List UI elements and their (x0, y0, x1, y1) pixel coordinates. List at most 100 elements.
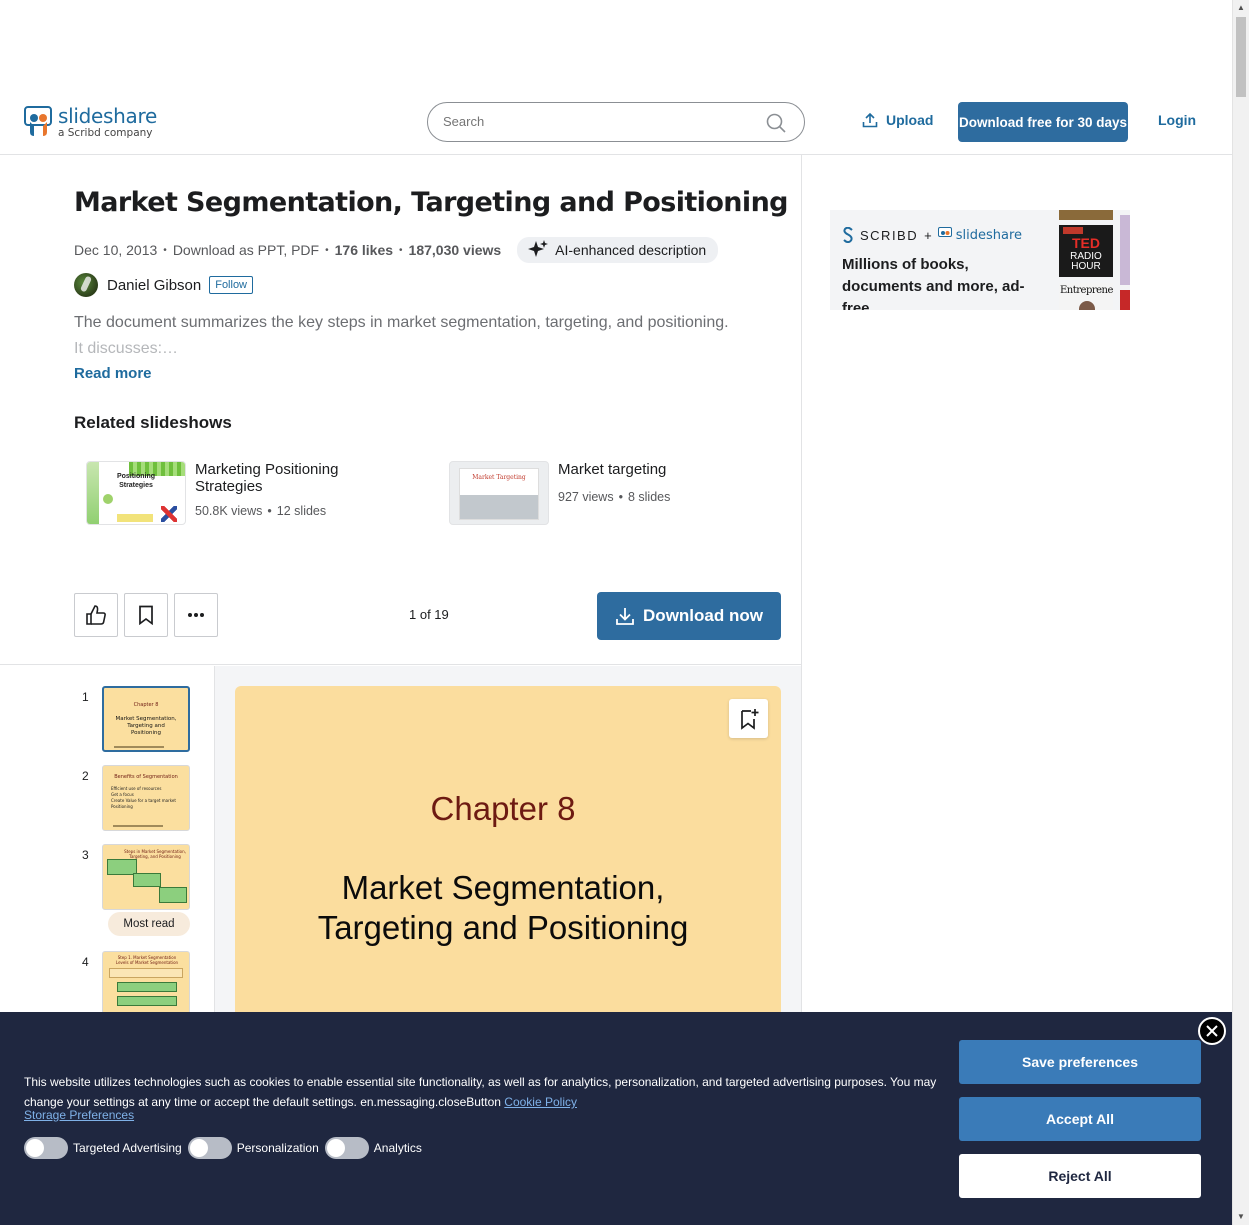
related-thumbnail: Market Targeting (449, 461, 549, 525)
cookie-toggles: Targeted Advertising Personalization Ana… (24, 1137, 428, 1159)
thumbnail-image[interactable]: Steps in Market Segmentation, Targeting,… (102, 844, 190, 910)
scroll-up-arrow-icon[interactable]: ▲ (1233, 0, 1249, 16)
logo-name: slideshare (58, 104, 157, 128)
document-description: The document summarizes the key steps in… (74, 310, 784, 362)
thumbnail-number: 1 (82, 690, 89, 704)
cookie-policy-link[interactable]: Cookie Policy (504, 1095, 577, 1109)
meta-separator: • (325, 244, 329, 256)
ad-book-cover (1059, 210, 1113, 220)
toggle-label: Targeted Advertising (73, 1141, 182, 1155)
ad-book-cover: TED RADIO HOUR (1059, 225, 1113, 277)
ad-brand-plus: + (924, 227, 932, 243)
related-card[interactable]: Positioning Strategies Marketing Positio… (86, 461, 365, 525)
search-input[interactable] (443, 114, 743, 129)
slideshare-logo[interactable]: slideshare a Scribd company (24, 106, 157, 139)
scribd-ad[interactable]: SCRIBD + slideshare Millions of books, d… (830, 210, 1130, 310)
thumbnail-number: 3 (82, 848, 89, 862)
like-button[interactable] (74, 593, 118, 637)
stats-separator: • (267, 504, 272, 518)
related-thumbnail: Positioning Strategies (86, 461, 186, 525)
ad-book-entrepreneur: Entrepreneur (1060, 285, 1113, 296)
accept-all-button[interactable]: Accept All (959, 1097, 1201, 1141)
slide-title-line: Targeting and Positioning (317, 909, 689, 946)
toggle-label: Analytics (373, 1141, 422, 1155)
targeted-advertising-toggle[interactable] (24, 1137, 68, 1159)
meta-separator: • (399, 244, 403, 256)
scrollbar-thumb[interactable] (1236, 17, 1246, 97)
page-counter: 1 of 19 (409, 607, 449, 622)
slide-bookmark-button[interactable] (729, 699, 768, 738)
download-icon (616, 608, 634, 625)
description-line: The document summarizes the key steps in… (74, 314, 729, 331)
download-format-link[interactable]: Download as PPT, PDF (173, 242, 319, 258)
personalization-toggle[interactable] (187, 1137, 232, 1159)
likes-count: 176 likes (334, 242, 394, 258)
thumbnail-title: Chapter 8 (133, 702, 159, 708)
upload-label: Upload (886, 112, 934, 128)
thumbs-up-icon (86, 605, 106, 625)
ad-book-ted: TED (1072, 235, 1100, 251)
search-box[interactable] (427, 102, 805, 142)
download-now-button[interactable]: Download now (597, 592, 781, 640)
site-header: slideshare a Scribd company Upload Downl… (0, 88, 1232, 155)
analytics-toggle[interactable] (324, 1137, 369, 1159)
ad-book-cover (1120, 215, 1130, 285)
ai-description-badge[interactable]: AI-enhanced description (517, 237, 719, 263)
thumbnail-title: Step 1. Market Segmentation Levels of Ma… (115, 955, 179, 965)
author-row: Daniel Gibson Follow (74, 273, 254, 297)
ai-description-label: AI-enhanced description (555, 242, 707, 258)
thumbnail-image[interactable]: Step 1. Market Segmentation Levels of Ma… (102, 951, 190, 1017)
thumbnail-image[interactable]: Benefits of Segmentation Efficient use o… (102, 765, 190, 831)
download-free-button[interactable]: Download free for 30 days (958, 102, 1128, 142)
upload-date: Dec 10, 2013 (74, 242, 158, 258)
ad-text: Millions of books, documents and more, a… (842, 256, 1025, 310)
storage-preferences-link[interactable]: Storage Preferences (24, 1108, 134, 1122)
close-icon (1206, 1025, 1218, 1037)
save-preferences-button[interactable]: Save preferences (959, 1040, 1201, 1084)
slide-title: Market Segmentation, Targeting and Posit… (235, 868, 771, 948)
login-link[interactable]: Login (1158, 112, 1196, 128)
reject-all-button[interactable]: Reject All (959, 1154, 1201, 1198)
more-options-button[interactable] (174, 593, 218, 637)
page-scrollbar[interactable]: ▲ ▼ (1232, 0, 1249, 1225)
slide-chapter: Chapter 8 (430, 790, 576, 827)
thumbnail-body: Market Segmentation, Targeting and Posit… (115, 716, 177, 736)
avatar[interactable] (74, 273, 98, 297)
thumbnail-number: 2 (82, 769, 89, 783)
thumbnail-number: 4 (82, 955, 89, 969)
thumbnail-image[interactable]: Chapter 8 Market Segmentation, Targeting… (102, 686, 190, 752)
page-title: Market Segmentation, Targeting and Posit… (74, 187, 789, 218)
cookie-message: This website utilizes technologies such … (24, 1072, 944, 1112)
related-title: Market targeting (558, 461, 667, 478)
slide-title-line: Market Segmentation, (341, 869, 665, 906)
description-line-faded: It discusses:… (74, 340, 179, 357)
meta-separator: • (163, 244, 167, 256)
thumbnail-title: Benefits of Segmentation (114, 774, 178, 780)
ad-brand: SCRIBD + slideshare (842, 227, 1022, 243)
save-button[interactable] (124, 593, 168, 637)
related-thumb-text: Market Targeting (472, 474, 526, 481)
bookmark-add-icon (740, 708, 758, 730)
document-meta: Dec 10, 2013 • Download as PPT, PDF • 17… (74, 237, 719, 263)
logo-mark-icon (24, 106, 54, 138)
scribd-logo-icon (843, 227, 853, 243)
follow-button[interactable]: Follow (209, 276, 254, 294)
ad-book-cover: Entrepreneur (1059, 283, 1113, 310)
document-toolbar: 1 of 19 Download now (0, 583, 801, 665)
search-icon[interactable] (766, 113, 786, 133)
sparkle-icon (528, 240, 549, 257)
related-card[interactable]: Market Targeting Market targeting 927 vi… (449, 461, 670, 525)
author-name[interactable]: Daniel Gibson (107, 277, 201, 294)
read-more-link[interactable]: Read more (74, 365, 152, 382)
upload-button[interactable]: Upload (862, 112, 933, 128)
related-views: 50.8K views (195, 504, 263, 518)
upload-icon (862, 112, 878, 128)
cookie-close-button[interactable] (1198, 1017, 1226, 1045)
logo-subtitle: a Scribd company (58, 127, 153, 139)
related-thumb-text: Positioning Strategies (116, 473, 156, 489)
toggle-label: Personalization (236, 1141, 319, 1155)
scroll-down-arrow-icon[interactable]: ▼ (1233, 1209, 1249, 1225)
thumbnail-bullet: Positioning (111, 804, 133, 809)
related-slides: 8 slides (627, 490, 671, 504)
cookie-banner: This website utilizes technologies such … (0, 1012, 1232, 1225)
